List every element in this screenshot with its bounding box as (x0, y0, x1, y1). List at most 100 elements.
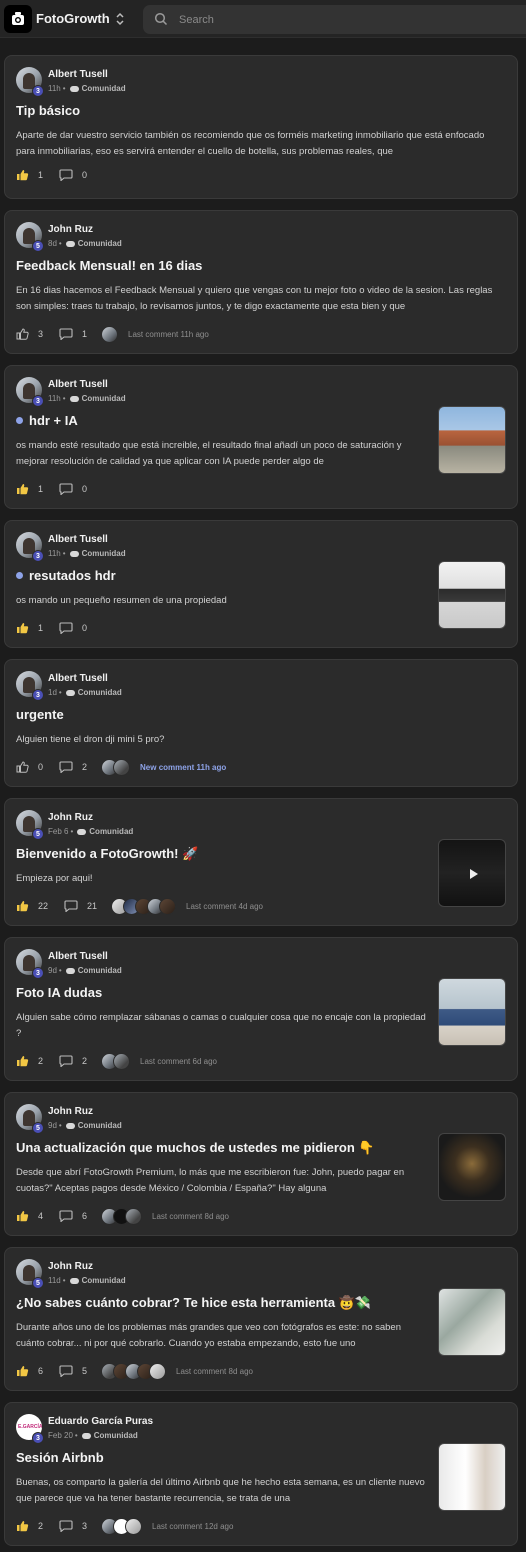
post-title[interactable]: Foto IA dudas (16, 985, 102, 1000)
comment-button[interactable]: 2 (59, 761, 87, 773)
post-footer: 1 0 (16, 166, 103, 184)
post-meta: 11h • Comunidad (48, 394, 126, 403)
post-thumbnail[interactable] (438, 978, 506, 1046)
commenter-avatar[interactable] (159, 897, 177, 915)
comment-count: 2 (82, 762, 88, 772)
post-category[interactable]: Comunidad (78, 966, 122, 975)
like-button[interactable]: 2 (16, 1520, 43, 1532)
post-thumbnail[interactable] (438, 839, 506, 907)
post-title[interactable]: ¿No sabes cuánto cobrar? Te hice esta he… (16, 1295, 371, 1311)
post-card[interactable]: 3 Albert Tusell 11h • Comunidad hdr + IA os ma… (4, 365, 518, 509)
post-time: 11h (48, 549, 61, 558)
post-footer: 0 2 New comment 11h ago (16, 758, 226, 776)
comment-button[interactable]: 1 (59, 328, 87, 340)
like-button[interactable]: 1 (16, 483, 43, 495)
like-button[interactable]: 22 (16, 900, 48, 912)
author-name[interactable]: Albert Tusell (48, 379, 108, 390)
post-title[interactable]: Feedback Mensual! en 16 dias (16, 258, 202, 273)
post-card[interactable]: 5 John Ruz 9d • Comunidad Una actualización q… (4, 1092, 518, 1236)
author-name[interactable]: Albert Tusell (48, 69, 108, 80)
commenter-avatar[interactable] (149, 1362, 167, 1380)
comment-button[interactable]: 21 (64, 900, 97, 912)
post-thumbnail[interactable] (438, 561, 506, 629)
like-button[interactable]: 3 (16, 328, 43, 340)
comment-count: 0 (82, 623, 88, 633)
comment-button[interactable]: 2 (59, 1055, 87, 1067)
last-comment[interactable]: New comment 11h ago (140, 763, 226, 772)
search-bar[interactable] (143, 5, 526, 34)
post-meta: 8d • Comunidad (48, 239, 122, 248)
post-card[interactable]: 5 John Ruz Feb 6 • Comunidad Bienvenido a Fot… (4, 798, 518, 926)
post-card[interactable]: 3 Albert Tusell 1d • Comunidad urgente Alguien… (4, 659, 518, 787)
commenter-avatars (101, 1517, 143, 1535)
like-button[interactable]: 4 (16, 1210, 43, 1222)
comment-button[interactable]: 0 (59, 622, 87, 634)
author-name[interactable]: John Ruz (48, 812, 93, 823)
post-thumbnail[interactable] (438, 1133, 506, 1201)
comment-icon (59, 1210, 73, 1222)
post-title[interactable]: Tip básico (16, 103, 80, 118)
author-name[interactable]: Albert Tusell (48, 534, 108, 545)
post-category[interactable]: Comunidad (78, 688, 122, 697)
post-thumbnail[interactable] (438, 406, 506, 474)
thumbs-up-icon (17, 623, 29, 634)
like-button[interactable]: 1 (16, 169, 43, 181)
post-excerpt: En 16 dias hacemos el Feedback Mensual y… (16, 285, 493, 312)
post-thumbnail[interactable] (438, 1288, 506, 1356)
author-name[interactable]: Albert Tusell (48, 673, 108, 684)
post-card[interactable]: 3 Albert Tusell 9d • Comunidad Foto IA dudas A… (4, 937, 518, 1081)
comment-button[interactable]: 0 (59, 483, 87, 495)
post-meta: 11h • Comunidad (48, 549, 126, 558)
commenter-avatar[interactable] (125, 1207, 143, 1225)
post-title[interactable]: hdr + IA (16, 413, 78, 428)
post-title[interactable]: Bienvenido a FotoGrowth! 🚀 (16, 846, 198, 862)
post-card[interactable]: 3 Albert Tusell 11h • Comunidad Tip básico Apa… (4, 55, 518, 199)
commenter-avatar[interactable] (113, 1052, 131, 1070)
like-button[interactable]: 1 (16, 622, 43, 634)
comment-count: 0 (82, 170, 88, 180)
post-title[interactable]: resutados hdr (16, 568, 116, 583)
chevron-up-down-icon[interactable] (113, 9, 127, 29)
comment-button[interactable]: 5 (59, 1365, 87, 1377)
thumbs-up-icon (17, 1521, 29, 1532)
commenter-avatar[interactable] (101, 325, 119, 343)
post-category[interactable]: Comunidad (82, 84, 126, 93)
post-title[interactable]: urgente (16, 707, 64, 722)
post-thumbnail[interactable] (438, 1443, 506, 1511)
post-excerpt: Durante años uno de los problemas más gr… (16, 1322, 401, 1349)
author-name[interactable]: John Ruz (48, 224, 93, 235)
like-count: 2 (38, 1056, 44, 1066)
post-category[interactable]: Comunidad (78, 1121, 122, 1130)
like-button[interactable]: 6 (16, 1365, 43, 1377)
post-category[interactable]: Comunidad (82, 549, 126, 558)
post-title[interactable]: Sesión Airbnb (16, 1450, 104, 1465)
search-input[interactable] (179, 5, 479, 34)
app-name[interactable]: FotoGrowth (36, 11, 110, 26)
comment-button[interactable]: 3 (59, 1520, 87, 1532)
author-name[interactable]: Eduardo García Puras (48, 1416, 153, 1427)
post-category[interactable]: Comunidad (82, 1276, 126, 1285)
post-card[interactable]: 5 John Ruz 8d • Comunidad Feedback Mensual! e… (4, 210, 518, 354)
comment-button[interactable]: 6 (59, 1210, 87, 1222)
post-category[interactable]: Comunidad (94, 1431, 138, 1440)
author-name[interactable]: John Ruz (48, 1106, 93, 1117)
app-logo-icon[interactable] (4, 5, 32, 33)
post-category[interactable]: Comunidad (78, 239, 122, 248)
post-card[interactable]: E.GARCÍA 3 Eduardo García Puras Feb 20 • Comu… (4, 1402, 518, 1546)
author-name[interactable]: John Ruz (48, 1261, 93, 1272)
post-footer: 1 0 (16, 619, 103, 637)
comment-icon (59, 483, 73, 495)
post-card[interactable]: 3 Albert Tusell 11h • Comunidad resutados hdr… (4, 520, 518, 648)
post-card[interactable]: 5 John Ruz 11d • Comunidad ¿No sabes cuánto c… (4, 1247, 518, 1391)
commenter-avatars (101, 325, 119, 343)
post-meta: Feb 20 • Comunidad (48, 1431, 138, 1440)
post-category[interactable]: Comunidad (82, 394, 126, 403)
like-button[interactable]: 0 (16, 761, 43, 773)
post-category[interactable]: Comunidad (89, 827, 133, 836)
post-title[interactable]: Una actualización que muchos de ustedes … (16, 1140, 375, 1156)
commenter-avatar[interactable] (125, 1517, 143, 1535)
comment-button[interactable]: 0 (59, 169, 87, 181)
author-name[interactable]: Albert Tusell (48, 951, 108, 962)
commenter-avatar[interactable] (113, 758, 131, 776)
like-button[interactable]: 2 (16, 1055, 43, 1067)
